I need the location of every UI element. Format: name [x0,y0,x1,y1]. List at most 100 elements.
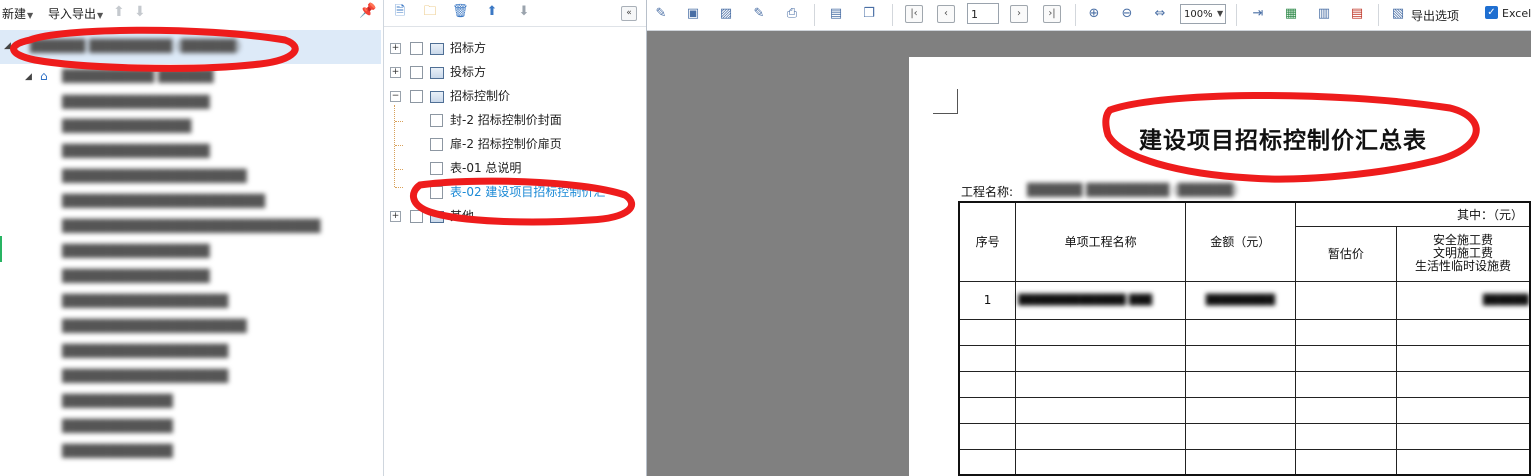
project-row[interactable]: ◢ ██████ █████████ (██████) [0,30,381,64]
cell-amount: █████████ [1184,280,1296,320]
collapse-panel-button[interactable]: « [621,6,637,21]
node-checkbox[interactable] [430,138,443,151]
last-page-button[interactable]: ›| [1043,5,1061,23]
table-row [958,370,1531,398]
root-node-label[interactable]: ██████████ ██████ [62,68,213,84]
left-toolbar: 新建▼ 导入导出▼ ⬆ ⬇ 📌 [0,0,383,26]
multi-page-icon[interactable]: ❐ [861,6,877,22]
toolbar-separator [1378,4,1379,26]
table-row [958,344,1531,372]
move-up-icon[interactable]: ⬆ [113,4,125,20]
project-name-value: ██████ █████████ (██████) [1027,183,1238,197]
cell-provisional [1294,280,1398,320]
node-checkbox[interactable] [410,42,423,55]
report-page: 建设项目招标控制价汇总表 工程名称: ██████ █████████ (███… [909,57,1531,476]
cell-safety: ██████ [1396,280,1531,320]
tree-item[interactable]: ████████████████ [62,243,210,259]
header-provisional: 暂估价 [1294,225,1398,282]
excel-label: Excel [1502,7,1531,20]
zoom-in-icon[interactable]: ⊕ [1086,6,1102,22]
delete-icon[interactable]: 🗑 [452,4,469,20]
chevron-down-icon[interactable]: ▼ [1217,9,1223,18]
export-pdf-icon[interactable]: ▤ [1349,6,1365,22]
tree-item[interactable]: ████████████████ [62,268,210,284]
tree-node-report[interactable]: 封-2 招标控制价封面 [384,110,644,130]
move-down-icon[interactable]: ⬇ [134,4,146,20]
node-checkbox[interactable] [430,114,443,127]
tree-item[interactable]: ██████████████████ [62,368,228,384]
tree-node-other[interactable]: + 其他 [384,206,644,226]
tree-item[interactable]: ██████████████████ [62,293,228,309]
report-tree-toolbar: 🗎 🗀 🗑 ⬆ ⬇ « [384,0,646,27]
first-page-button[interactable]: |‹ [905,5,923,23]
tree-item[interactable]: ██████████████████ [62,343,228,359]
export-icon[interactable]: ⇥ [1250,6,1266,22]
export-options-icon[interactable]: ▧ [1390,6,1406,22]
tree-item[interactable]: ████████████████████ [62,168,247,184]
export-excel-icon[interactable]: ▦ [1283,6,1299,22]
print-icon[interactable]: ⎙ [784,6,800,22]
table-row [958,318,1531,346]
expand-icon[interactable]: + [390,211,401,222]
tree-node-bidder[interactable]: + 投标方 [384,62,644,82]
move-down-icon[interactable]: ⬇ [516,4,532,20]
pin-icon[interactable]: 📌 [359,3,376,19]
next-page-button[interactable]: › [1010,5,1028,23]
node-checkbox[interactable] [410,90,423,103]
export-options-label[interactable]: 导出选项 [1411,7,1459,24]
collapse-toggle-icon[interactable]: ◢ [25,72,32,82]
tree-node-control-price[interactable]: − 招标控制价 [384,86,644,106]
report-tree-panel: 🗎 🗀 🗑 ⬆ ⬇ « + 招标方 + 投标方 − 招标控制价 封-2 招标控制… [384,0,647,476]
table-row: 1 ██████████████ ███ █████████ ██████ [958,280,1531,320]
node-label: 扉-2 招标控制价扉页 [450,137,562,151]
expand-icon[interactable]: + [390,43,401,54]
design-icon[interactable]: ▣ [685,6,701,22]
fit-width-icon[interactable]: ⇔ [1152,6,1168,22]
tree-node-report-selected[interactable]: 表-02 建设项目招标控制价汇 [384,182,644,202]
move-up-icon[interactable]: ⬆ [484,4,500,20]
tree-item[interactable]: ██████████████ [62,118,191,134]
add-report-icon[interactable]: 🗎 [392,4,408,20]
single-page-icon[interactable]: ▤ [828,6,844,22]
tree-item[interactable]: ████████████████████ [62,318,247,334]
tree-item[interactable]: ████████████████ [62,94,210,110]
tree-item[interactable]: ████████████████████████████ [62,218,320,234]
prev-page-button[interactable]: ‹ [937,5,955,23]
zoom-out-icon[interactable]: ⊖ [1119,6,1135,22]
tree-item[interactable]: ██████████████████████ [62,193,265,209]
export-word-icon[interactable]: ▥ [1316,6,1332,22]
node-checkbox[interactable] [430,162,443,175]
tree-node-report[interactable]: 扉-2 招标控制价扉页 [384,134,644,154]
tree-item[interactable]: ████████████ [62,443,173,459]
node-label: 表-01 总说明 [450,161,522,175]
collapse-icon[interactable]: − [390,91,401,102]
tree-node-report[interactable]: 表-01 总说明 [384,158,644,178]
project-tree-panel: 新建▼ 导入导出▼ ⬆ ⬇ 📌 ◢ ██████ █████████ (████… [0,0,384,476]
header-safety: 安全施工费 文明施工费 生活性临时设施费 [1396,225,1531,282]
edit-text-icon[interactable]: ✎ [751,6,767,22]
cell-name: ██████████████ ███ [1015,280,1186,320]
collapse-toggle-icon[interactable]: ◢ [4,41,11,51]
node-checkbox[interactable] [410,66,423,79]
excel-checkbox[interactable]: ✓ [1485,6,1498,19]
project-name-label: 工程名称: [961,185,1014,199]
edit-icon[interactable]: ✎ [653,6,669,22]
expand-icon[interactable]: + [390,67,401,78]
node-checkbox[interactable] [410,210,423,223]
folder-icon [430,211,444,223]
tree-node-tenderer[interactable]: + 招标方 [384,38,644,58]
tree-item[interactable]: ████████████ [62,393,173,409]
status-marker [0,236,2,262]
tree-item[interactable]: ████████████████ [62,143,210,159]
tree-item[interactable]: ████████████ [62,418,173,434]
new-label: 新建 [2,7,27,21]
node-label: 封-2 招标控制价封面 [450,113,562,127]
add-folder-icon[interactable]: 🗀 [422,4,438,20]
import-export-menu-button[interactable]: 导入导出▼ [48,5,103,22]
print-preview-panel: ✎ ▣ ▨ ✎ ⎙ ▤ ❐ |‹ ‹ 1 › ›| ⊕ ⊖ ⇔ 100% ▼ ⇥… [647,0,1531,476]
cell-seq: 1 [958,280,1017,320]
page-setup-icon[interactable]: ▨ [718,6,734,22]
node-checkbox[interactable] [430,186,443,199]
new-menu-button[interactable]: 新建▼ [2,5,33,22]
page-number-input[interactable]: 1 [967,3,999,24]
